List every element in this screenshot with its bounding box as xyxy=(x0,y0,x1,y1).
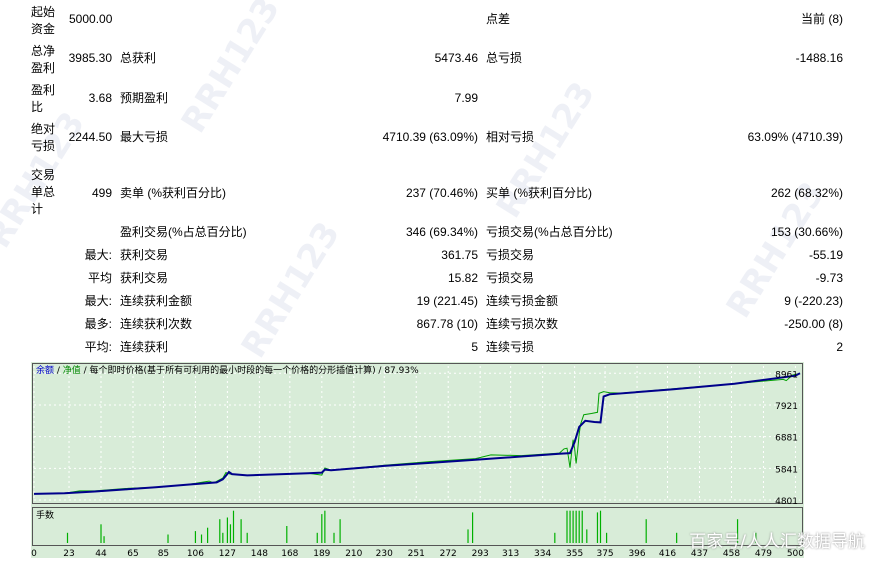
max-consec-loss-amt-label: 连续亏损金额 xyxy=(486,294,559,308)
avg-profit-value: 15.82 xyxy=(447,271,478,285)
source-watermark: 百家号/人人汇数据导航 xyxy=(689,532,865,552)
max-drawdown-label: 最大亏损 xyxy=(120,130,169,144)
x-tick-label: 396 xyxy=(628,549,645,558)
total-trades-value: 499 xyxy=(91,186,112,200)
largest-loss-value: -55.19 xyxy=(808,248,843,262)
y-tick-label: 8961 xyxy=(775,370,798,380)
chart-svg: 4801 5841 6881 7921 8961 0 23 44 65 85 106 127 148 1… xyxy=(31,362,804,558)
volume-label: 手数 xyxy=(36,509,54,521)
x-tick-label: 210 xyxy=(345,549,362,558)
gross-profit-label: 总获利 xyxy=(120,51,157,65)
profit-trades-value: 346 (69.34%) xyxy=(405,225,478,239)
volume-plot-frame xyxy=(32,507,803,546)
avg-consec-win-value: 5 xyxy=(471,340,478,354)
x-tick-label: 44 xyxy=(95,549,107,558)
gross-loss-value: -1488.16 xyxy=(795,51,843,65)
legend-equity: 净值 xyxy=(63,364,81,376)
x-tick-label: 416 xyxy=(659,549,676,558)
x-tick-label: 230 xyxy=(376,549,393,558)
x-tick-label: 272 xyxy=(440,549,457,558)
max-prefix: 最大: xyxy=(84,248,112,262)
avg-profit-label: 获利交易 xyxy=(120,271,169,285)
y-tick-label: 5841 xyxy=(775,465,798,475)
max-consec-win-cnt-label: 连续获利次数 xyxy=(120,317,193,331)
long-trades-value: 262 (68.32%) xyxy=(770,186,843,200)
profit-factor-label: 盈利比 xyxy=(31,83,56,114)
loss-trades-label: 亏损交易(%占总百分比) xyxy=(486,225,613,239)
spread-value: 当前 (8) xyxy=(800,12,843,26)
x-tick-label: 148 xyxy=(251,549,268,558)
long-trades-label: 买单 (%获利百分比) xyxy=(486,186,592,200)
start-capital-value: 5000.00 xyxy=(69,12,113,26)
max-drawdown-value: 4710.39 (63.09%) xyxy=(382,130,478,144)
avg-loss-label: 亏损交易 xyxy=(486,271,535,285)
x-tick-label: 65 xyxy=(127,549,138,558)
max-consec-loss-cnt-label: 连续亏损次数 xyxy=(486,317,559,331)
avg-consec-win-label: 连续获利 xyxy=(120,340,169,354)
short-trades-label: 卖单 (%获利百分比) xyxy=(120,186,226,200)
x-tick-label: 355 xyxy=(566,549,583,558)
legend-balance: 余额 xyxy=(36,364,54,376)
avg-consec-loss-label: 连续亏损 xyxy=(486,340,535,354)
gross-loss-label: 总亏损 xyxy=(486,51,523,65)
max-prefix-2: 最大: xyxy=(84,294,112,308)
largest-loss-label: 亏损交易 xyxy=(486,248,535,262)
most-prefix: 最多: xyxy=(84,317,112,331)
avg-consec-loss-value: 2 xyxy=(836,340,843,354)
avg2-prefix: 平均: xyxy=(84,340,112,354)
largest-profit-value: 361.75 xyxy=(441,248,478,262)
max-consec-loss-amt-value: 9 (-220.23) xyxy=(784,294,843,308)
abs-drawdown-label: 绝对亏损 xyxy=(31,122,56,153)
total-trades-label: 交易单总计 xyxy=(31,168,56,216)
max-consec-win-cnt-value: 867.78 (10) xyxy=(416,317,478,331)
balance-chart: 4801 5841 6881 7921 8961 0 23 44 65 85 106 127 148 1… xyxy=(31,362,804,558)
x-tick-label: 313 xyxy=(502,549,519,558)
y-tick-label: 4801 xyxy=(775,497,798,507)
max-consec-loss-cnt-value: -250.00 (8) xyxy=(784,317,843,331)
x-tick-label: 251 xyxy=(408,549,425,558)
expected-payoff-label: 预期盈利 xyxy=(120,91,169,105)
max-consec-win-amt-label: 连续获利金额 xyxy=(120,294,193,308)
legend-description: / 每个即时价格(基于所有可利用的最小时段的每一个价格的分形插值计算) / 87… xyxy=(81,364,419,376)
watermark: RRH123 xyxy=(173,0,289,140)
x-tick-label: 127 xyxy=(219,549,236,558)
abs-drawdown-value: 2244.50 xyxy=(68,130,112,144)
expected-payoff-value: 7.99 xyxy=(454,91,478,105)
largest-profit-label: 获利交易 xyxy=(120,248,169,262)
rel-drawdown-value: 63.09% (4710.39) xyxy=(747,130,843,144)
start-capital-label: 起始资金 xyxy=(31,5,56,36)
net-profit-label: 总净盈利 xyxy=(31,44,56,75)
watermark: RRH123 xyxy=(488,75,604,225)
rel-drawdown-label: 相对亏损 xyxy=(486,130,535,144)
y-tick-label: 7921 xyxy=(775,402,798,412)
x-tick-label: 168 xyxy=(281,549,298,558)
x-tick-label: 293 xyxy=(472,549,489,558)
max-consec-win-amt-value: 19 (221.45) xyxy=(416,294,478,308)
avg-loss-value: -9.73 xyxy=(815,271,843,285)
avg-prefix: 平均 xyxy=(87,271,112,285)
y-tick-label: 6881 xyxy=(775,434,798,444)
profit-trades-label: 盈利交易(%占总百分比) xyxy=(120,225,247,239)
spread-label: 点差 xyxy=(486,12,511,26)
loss-trades-value: 153 (30.66%) xyxy=(770,225,843,239)
net-profit-value: 3985.30 xyxy=(68,51,112,65)
x-tick-label: 375 xyxy=(596,549,613,558)
x-tick-label: 334 xyxy=(534,549,551,558)
x-tick-label: 23 xyxy=(63,549,74,558)
profit-factor-value: 3.68 xyxy=(88,91,112,105)
short-trades-value: 237 (70.46%) xyxy=(405,186,478,200)
x-tick-label: 85 xyxy=(158,549,169,558)
chart-legend: 余额 / 净值 / 每个即时价格(基于所有可利用的最小时段的每一个价格的分形插值… xyxy=(36,364,419,376)
gross-profit-value: 5473.46 xyxy=(434,51,478,65)
x-tick-label: 189 xyxy=(313,549,330,558)
x-tick-label: 0 xyxy=(31,549,37,558)
x-tick-label: 106 xyxy=(187,549,204,558)
main-plot-frame xyxy=(32,363,803,504)
